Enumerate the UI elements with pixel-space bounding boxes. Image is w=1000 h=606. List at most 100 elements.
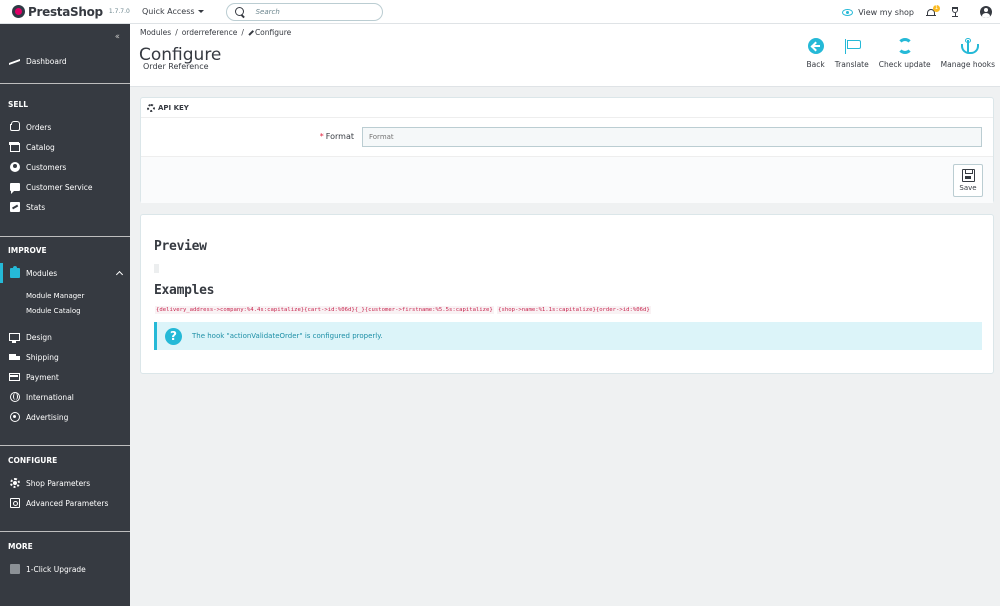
shopping-basket-icon bbox=[9, 120, 20, 131]
arrow-back-icon bbox=[807, 38, 824, 54]
settings-gear-icon bbox=[9, 478, 20, 488]
floppy-disk-icon bbox=[961, 169, 975, 182]
example-code-line: {delivery_address->company:%4.4s:capital… bbox=[155, 306, 651, 314]
trophy-icon[interactable] bbox=[950, 6, 960, 18]
save-button[interactable]: Save bbox=[953, 164, 983, 197]
sidebar-item-shipping[interactable]: Shipping bbox=[0, 347, 130, 367]
panel-heading-label: API KEY bbox=[158, 103, 189, 112]
store-icon bbox=[9, 142, 20, 152]
assessment-icon bbox=[9, 202, 20, 212]
sidebar-item-label: Advertising bbox=[26, 412, 69, 422]
sidebar-item-stats[interactable]: Stats bbox=[0, 197, 130, 217]
manage-hooks-button[interactable]: Manage hooks bbox=[941, 38, 995, 69]
sidebar-item-customers[interactable]: Customers bbox=[0, 157, 130, 177]
chat-icon bbox=[9, 183, 20, 194]
sidebar-subitem-module-manager[interactable]: Module Manager bbox=[26, 292, 84, 300]
sidebar-item-label: Dashboard bbox=[26, 56, 67, 66]
back-label: Back bbox=[806, 60, 825, 69]
sidebar-item-international[interactable]: International bbox=[0, 387, 130, 407]
eye-icon bbox=[842, 8, 854, 16]
sidebar-item-label: Modules bbox=[26, 268, 58, 278]
track-changes-icon bbox=[9, 412, 20, 422]
breadcrumb-orderreference[interactable]: orderreference bbox=[182, 28, 238, 37]
sidebar-item-label: International bbox=[26, 392, 74, 402]
sidebar-item-catalog[interactable]: Catalog bbox=[0, 137, 130, 157]
translate-label: Translate bbox=[834, 60, 869, 69]
sidebar-divider bbox=[0, 531, 130, 532]
panel-footer: Save bbox=[141, 156, 993, 203]
view-shop-link[interactable]: View my shop bbox=[842, 8, 914, 17]
info-message: The hook "actionValidateOrder" is config… bbox=[192, 332, 383, 340]
back-button[interactable]: Back bbox=[806, 38, 825, 69]
notification-badge: 1 bbox=[933, 4, 940, 12]
view-shop-label: View my shop bbox=[858, 7, 914, 17]
quick-access-label: Quick Access bbox=[142, 7, 195, 16]
translate-button[interactable]: Translate bbox=[835, 38, 869, 69]
truck-icon bbox=[9, 353, 20, 361]
search-input[interactable]: Search bbox=[256, 8, 280, 16]
sidebar-section-configure: CONFIGURE bbox=[8, 456, 58, 465]
breadcrumb: Modules / orderreference / Configure bbox=[140, 28, 292, 37]
notifications-bell-icon[interactable]: 1 bbox=[926, 4, 940, 18]
sidebar-item-label: Customer Service bbox=[26, 182, 93, 192]
sidebar-item-1-click-upgrade[interactable]: 1-Click Upgrade bbox=[0, 559, 130, 579]
credit-card-icon bbox=[9, 373, 20, 381]
sidebar-item-shop-parameters[interactable]: Shop Parameters bbox=[0, 473, 130, 493]
top-header: PrestaShop 1.7.7.0 Quick Access Search V… bbox=[0, 0, 1000, 24]
sidebar-subitem-module-catalog[interactable]: Module Catalog bbox=[26, 307, 81, 315]
sidebar-item-advertising[interactable]: Advertising bbox=[0, 407, 130, 427]
sidebar-item-customer-service[interactable]: Customer Service bbox=[0, 177, 130, 197]
page-subtitle: Order Reference bbox=[143, 62, 209, 71]
prestashop-logo-icon bbox=[12, 5, 25, 18]
check-update-label: Check update bbox=[878, 60, 931, 69]
collapse-sidebar-icon[interactable]: ‹‹ bbox=[115, 32, 120, 42]
sidebar-item-payment[interactable]: Payment bbox=[0, 367, 130, 387]
employee-avatar-icon[interactable] bbox=[980, 6, 992, 18]
sidebar-item-label: Shop Parameters bbox=[26, 478, 91, 488]
sidebar-item-label: 1-Click Upgrade bbox=[26, 564, 86, 574]
preview-heading: Preview bbox=[154, 239, 207, 254]
version-label: 1.7.7.0 bbox=[108, 8, 130, 15]
sidebar-item-modules[interactable]: Modules bbox=[0, 263, 130, 283]
sidebar-item-orders[interactable]: Orders bbox=[0, 117, 130, 137]
sidebar-item-dashboard[interactable]: Dashboard bbox=[0, 51, 130, 71]
sidebar-divider bbox=[0, 236, 130, 237]
sidebar-item-label: Payment bbox=[26, 372, 59, 382]
brand-logo[interactable]: PrestaShop 1.7.7.0 bbox=[0, 5, 135, 19]
search-box[interactable]: Search bbox=[225, 2, 383, 21]
check-update-button[interactable]: Check update bbox=[879, 38, 931, 69]
example-code: {shop->name:%1.1s:capitalize}{order->id:… bbox=[497, 306, 651, 314]
quick-access-dropdown[interactable]: Quick Access bbox=[142, 7, 204, 16]
globe-icon bbox=[9, 392, 20, 402]
sidebar-item-design[interactable]: Design bbox=[0, 327, 130, 347]
anchor-icon bbox=[960, 38, 979, 54]
help-question-icon: ? bbox=[165, 327, 182, 345]
sidebar-item-label: Stats bbox=[26, 202, 46, 212]
account-circle-icon bbox=[9, 162, 20, 172]
desktop-icon bbox=[9, 333, 20, 343]
preview-output bbox=[154, 264, 159, 273]
sidebar-item-advanced-parameters[interactable]: Advanced Parameters bbox=[0, 493, 130, 513]
save-label: Save bbox=[959, 184, 977, 192]
info-alert: ? The hook "actionValidateOrder" is conf… bbox=[154, 322, 982, 350]
breadcrumb-configure: Configure bbox=[248, 28, 291, 37]
wrench-icon bbox=[248, 29, 254, 35]
sidebar-item-label: Orders bbox=[26, 122, 52, 132]
search-icon[interactable] bbox=[234, 7, 244, 16]
example-code: {delivery_address->company:%4.4s:capital… bbox=[155, 306, 494, 314]
required-mark: * bbox=[319, 132, 324, 141]
sidebar-item-label: Advanced Parameters bbox=[26, 498, 109, 508]
page-header: Modules / orderreference / Configure Con… bbox=[130, 24, 1000, 87]
sidebar-section-improve: IMPROVE bbox=[8, 246, 47, 255]
caret-down-icon bbox=[197, 10, 204, 13]
format-form-group: * Format bbox=[141, 126, 993, 148]
cogs-icon bbox=[147, 103, 155, 112]
sidebar-section-more: MORE bbox=[8, 542, 33, 551]
format-input[interactable] bbox=[362, 127, 982, 147]
settings-applications-icon bbox=[9, 498, 20, 508]
sidebar-item-label: Design bbox=[26, 332, 52, 342]
breadcrumb-modules[interactable]: Modules bbox=[140, 28, 171, 37]
flag-icon bbox=[844, 38, 861, 54]
chevron-up-icon bbox=[115, 270, 124, 279]
page-toolbar: Back Translate Check update Manage hooks bbox=[806, 38, 995, 69]
